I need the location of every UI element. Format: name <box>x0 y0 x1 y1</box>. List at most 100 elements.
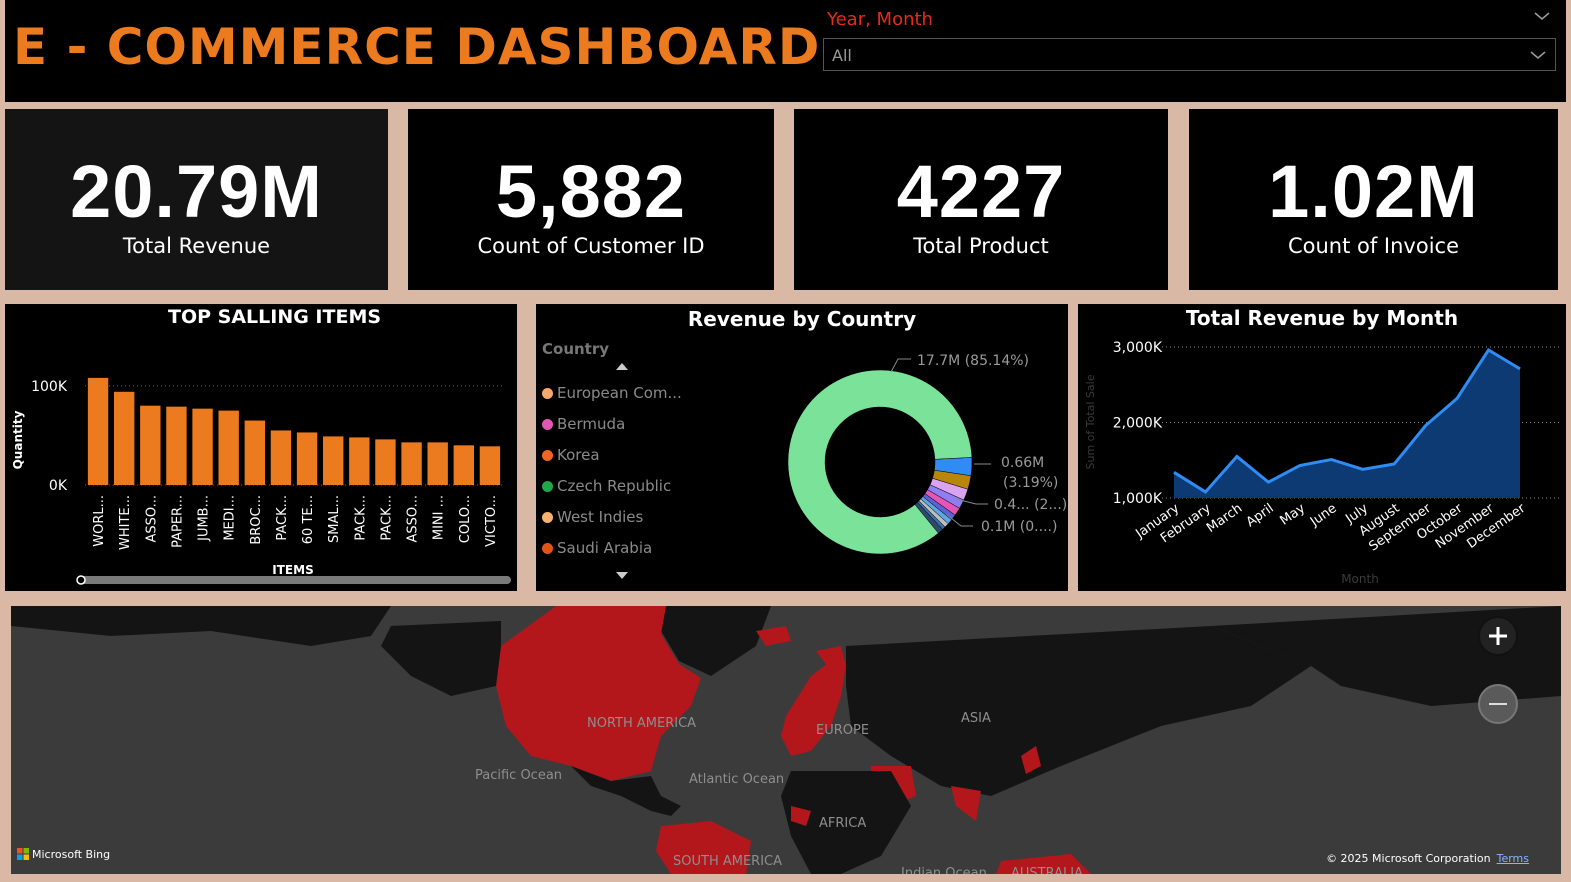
chevron-down-icon[interactable] <box>1532 6 1552 26</box>
donut-slice <box>917 500 946 530</box>
bar <box>375 439 396 485</box>
x-tick-label: MINI ... <box>432 495 447 540</box>
y-axis-label: Quantity <box>11 410 25 469</box>
data-label: 0.4... (2...) <box>994 497 1067 513</box>
legend-label: Czech Republic <box>557 477 672 495</box>
map-place-label: EUROPE <box>816 723 870 738</box>
revenue-by-country-chart[interactable]: Revenue by Country Country European Com.… <box>536 304 1068 591</box>
data-label: 0.1M (0....) <box>981 519 1057 535</box>
legend-swatch <box>542 543 553 554</box>
legend-item[interactable]: Czech Republic <box>542 477 671 495</box>
bar <box>270 430 292 485</box>
leader-line <box>890 358 911 373</box>
legend-item[interactable]: Bermuda <box>542 415 625 433</box>
map-continents <box>11 606 1561 874</box>
bar <box>192 408 213 485</box>
x-tick-label: ASSO... <box>406 495 421 543</box>
legend-item[interactable]: Korea <box>542 446 600 464</box>
x-tick-label: 60 TE... <box>301 495 316 544</box>
map-place-label: SOUTH AMERICA <box>673 854 783 869</box>
legend-title: Country <box>542 340 610 358</box>
dropdown-arrow-icon <box>1530 51 1546 60</box>
zoom-out-button[interactable] <box>1478 684 1518 724</box>
bar <box>296 432 318 485</box>
donut-slice <box>918 498 949 528</box>
scrollbar-handle <box>76 575 86 585</box>
y-tick-label: 100K <box>31 379 68 395</box>
x-tick-label: June <box>1307 501 1340 530</box>
y-tick-label: 2,000K <box>1113 416 1163 432</box>
map-place-label: Pacific Ocean <box>475 768 563 783</box>
legend-scroll-down-icon[interactable] <box>616 572 628 579</box>
kpi-value: 4227 <box>896 150 1066 233</box>
bar <box>140 405 161 485</box>
legend-swatch <box>542 512 553 523</box>
year-month-slicer-label: Year, Month <box>827 9 933 30</box>
year-month-slicer-dropdown[interactable]: All <box>823 38 1556 71</box>
legend-label: European Com... <box>557 384 682 402</box>
map-place-label: NORTH AMERICA <box>587 716 697 731</box>
map-place-label: AFRICA <box>819 816 867 831</box>
x-tick-label: SMAL... <box>327 495 342 543</box>
map-copyright: © 2025 Microsoft Corporation Terms <box>1326 852 1529 865</box>
bar <box>479 446 501 485</box>
donut-slice <box>929 478 969 501</box>
bar <box>113 391 135 485</box>
area-fill <box>1174 350 1520 498</box>
terms-link[interactable]: Terms <box>1497 852 1529 865</box>
bing-label: Microsoft Bing <box>32 848 111 861</box>
leader-line <box>945 513 973 527</box>
donut-slice <box>922 493 956 521</box>
kpi-value: 5,882 <box>495 150 687 233</box>
zoom-in-button[interactable] <box>1478 616 1518 656</box>
bing-attribution: Microsoft Bing <box>17 848 110 861</box>
x-tick-label: MEDI... <box>223 495 238 541</box>
donut-slice <box>924 489 960 516</box>
x-tick-label: VICTO... <box>484 495 499 547</box>
kpi-value: 20.79M <box>70 150 323 233</box>
x-tick-label: JUMB... <box>197 495 212 542</box>
legend-swatch <box>542 450 553 461</box>
legend-scroll-up-icon[interactable] <box>616 363 628 370</box>
revenue-by-month-chart[interactable]: Total Revenue by Month 3,000K 2,000K 1,000… <box>1078 304 1566 591</box>
header: E - COMMERCE DASHBOARD Year, Month All <box>5 0 1566 102</box>
copyright-text: © 2025 Microsoft Corporation <box>1326 852 1491 865</box>
legend-label: Bermuda <box>557 415 626 433</box>
donut-slice <box>914 501 943 534</box>
x-tick-label: WHITE... <box>118 495 133 550</box>
top-selling-items-chart[interactable]: TOP SALLING ITEMS 100K 0K Quantity WORL... W… <box>5 304 517 591</box>
legend-item[interactable]: West Indies <box>542 508 643 526</box>
map-place-label: ASIA <box>961 711 991 726</box>
leader-line <box>955 498 988 505</box>
world-map[interactable]: NORTH AMERICA EUROPE ASIA Pacific Ocean Atla… <box>11 606 1561 874</box>
x-tick-label: BROC... <box>249 495 264 545</box>
legend-item[interactable]: Saudi Arabia <box>542 539 652 557</box>
y-axis-label: Sum of Total Sale <box>1084 374 1097 469</box>
minus-icon <box>1489 703 1507 705</box>
y-tick-label: 0K <box>49 478 68 494</box>
x-axis-label: ITEMS <box>272 563 313 577</box>
kpi-card-customer-count: 5,882 Count of Customer ID <box>408 109 774 290</box>
data-label: 0.66M <box>1001 455 1044 471</box>
legend-item[interactable]: European Com... <box>542 384 682 402</box>
x-tick-label: PACK... <box>379 495 394 541</box>
area-chart-plot: 3,000K2,000K1,000KJanuaryFebruaryMarchAp… <box>1084 340 1560 586</box>
legend-label: Korea <box>557 446 600 464</box>
x-tick-label: COLO... <box>458 495 473 543</box>
kpi-card-total-product: 4227 Total Product <box>794 109 1168 290</box>
y-tick-label: 3,000K <box>1113 340 1163 356</box>
x-tick-label: PAPER... <box>170 495 185 548</box>
donut-slice <box>927 484 965 509</box>
x-tick-label: ASSO... <box>144 495 159 543</box>
x-tick-label: WORL... <box>92 495 107 547</box>
bar <box>322 436 344 485</box>
kpi-card-total-revenue: 20.79M Total Revenue <box>5 109 388 290</box>
kpi-label: Count of Invoice <box>1287 234 1460 258</box>
x-tick-label: PACK... <box>353 495 368 541</box>
scrollbar-track <box>79 576 511 584</box>
kpi-label: Total Product <box>913 234 1049 258</box>
kpi-value: 1.02M <box>1268 150 1479 233</box>
plus-icon <box>1489 627 1507 645</box>
donut-slice <box>934 457 973 477</box>
data-label: 17.7M (85.14%) <box>917 353 1029 369</box>
